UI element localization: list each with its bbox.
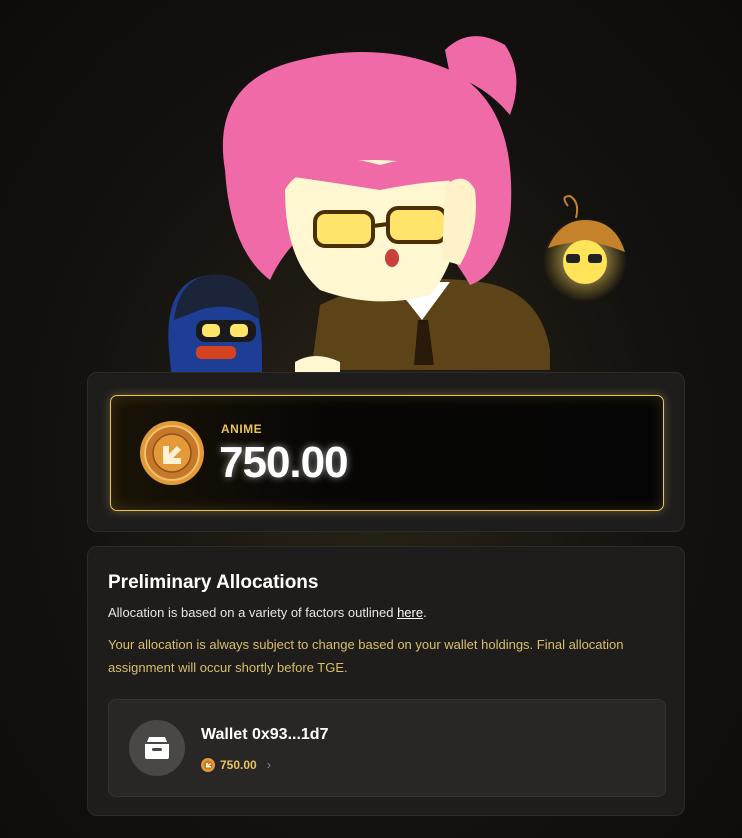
allocations-title: Preliminary Allocations (108, 572, 319, 593)
anime-coin-small-icon (201, 757, 215, 772)
yellow-mascot (543, 194, 627, 302)
wallet-avatar (129, 720, 185, 776)
balance-card: ANIME 750.00 (87, 372, 685, 532)
allocations-description: Allocation is based on a variety of fact… (108, 605, 427, 620)
allocations-description-end: . (423, 605, 427, 620)
anime-coin-icon (140, 421, 204, 485)
wallet-name: Wallet 0x93...1d7 (201, 726, 329, 743)
wallet-row[interactable]: Wallet 0x93...1d7 750.00 › (108, 699, 666, 797)
allocations-card: Preliminary Allocations Allocation is ba… (87, 546, 685, 816)
wallet-balance-value: 750.00 (220, 757, 257, 772)
token-label: ANIME (221, 422, 263, 436)
chevron-right-icon: › (266, 757, 272, 772)
allocations-description-text: Allocation is based on a variety of fact… (108, 605, 398, 620)
blue-mascot (168, 274, 262, 382)
main-character (222, 36, 550, 382)
wallet-icon (145, 737, 169, 759)
hero-illustration (168, 36, 627, 382)
token-balance-panel: ANIME 750.00 (110, 395, 664, 511)
allocations-warning: Your allocation is always subject to cha… (108, 637, 624, 675)
token-amount: 750.00 (219, 438, 349, 487)
wallet-balance[interactable]: 750.00 › (201, 757, 271, 772)
allocations-info-link[interactable]: here (397, 605, 423, 620)
